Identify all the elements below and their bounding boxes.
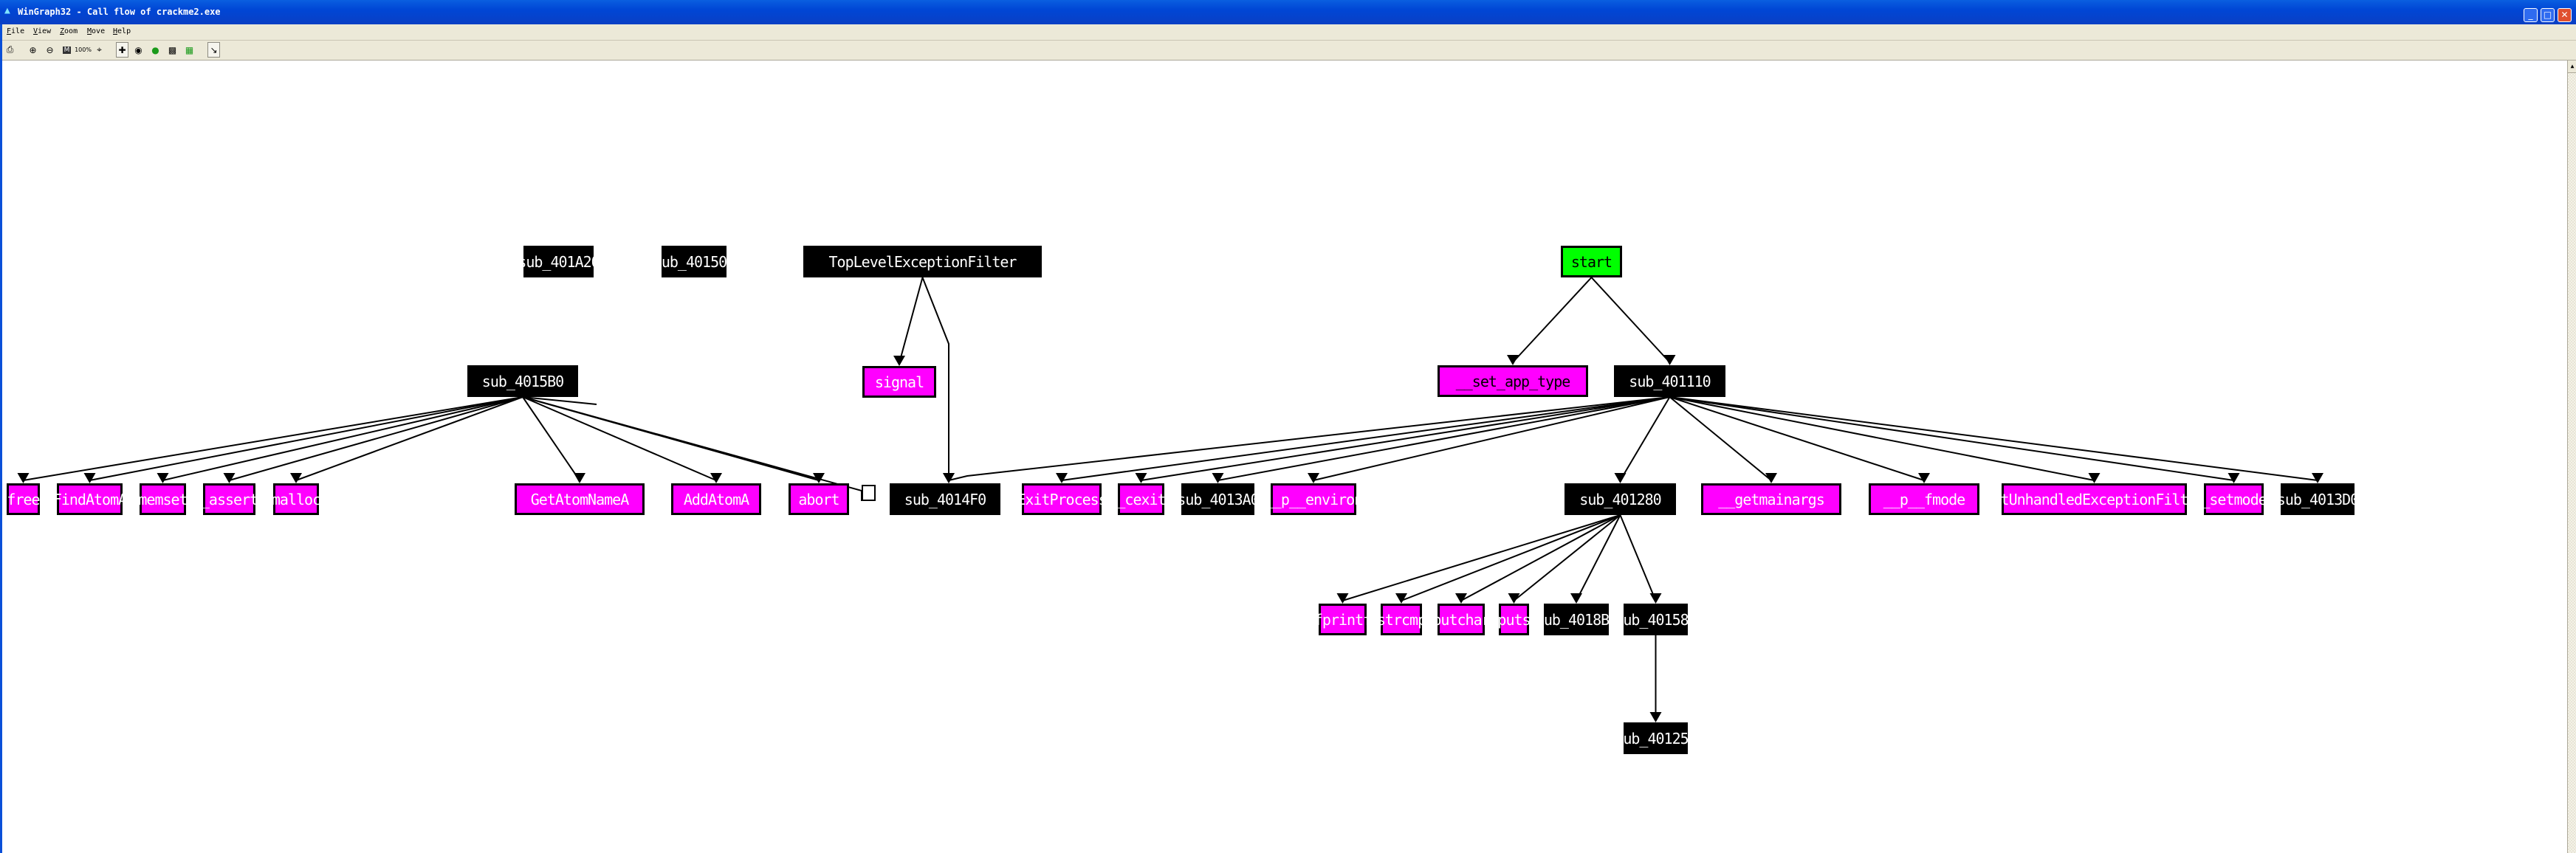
close-button[interactable]: ✕ bbox=[2558, 8, 2572, 22]
menu-zoom[interactable]: Zoom bbox=[60, 27, 78, 35]
north-icon: ✚ bbox=[118, 44, 126, 55]
menu-view[interactable]: View bbox=[33, 27, 51, 35]
follow-edge-button[interactable]: ↘ bbox=[207, 42, 220, 58]
node-sub_4013D0[interactable]: sub_4013D0 bbox=[2277, 483, 2359, 515]
vertical-scrollbar[interactable]: ▲ bbox=[2567, 61, 2576, 853]
zoom-100-button[interactable]: 100% bbox=[75, 42, 92, 58]
toolbar: ⎙ ⊕ ⊖ M 100% ⌖ ✚ ◉ ● ▩ ▦ ↘ bbox=[0, 41, 2576, 61]
node-start[interactable]: start bbox=[1561, 246, 1622, 277]
fit-icon: M bbox=[62, 46, 72, 54]
node-putchar[interactable]: putchar bbox=[1432, 604, 1491, 635]
menu-file[interactable]: File bbox=[7, 27, 24, 35]
zoom-out-icon: ⊖ bbox=[46, 44, 54, 55]
zoom-out-button[interactable]: ⊖ bbox=[44, 42, 56, 58]
zoom-100-icon: 100% bbox=[75, 46, 92, 53]
node-p-environ[interactable]: __p__environ bbox=[1265, 483, 1363, 515]
fisheye-icon: ◉ bbox=[134, 44, 142, 55]
node-setunhandledexceptionfilter[interactable]: SetUnhandledExceptionFilter bbox=[1984, 483, 2205, 515]
node-exitprocess[interactable]: ExitProcess bbox=[1017, 483, 1107, 515]
node-sub_4013A0[interactable]: sub_4013A0 bbox=[1177, 483, 1260, 515]
node-sub_401280[interactable]: sub_401280 bbox=[1565, 483, 1676, 515]
node-malloc[interactable]: malloc bbox=[272, 483, 321, 515]
center-button[interactable]: ⌖ bbox=[93, 42, 106, 58]
zoom-in-icon: ⊕ bbox=[29, 44, 37, 55]
node-sub_401250[interactable]: sub_401250 bbox=[1615, 722, 1697, 754]
node-abort[interactable]: abort bbox=[789, 483, 849, 515]
fisheye-cartesian-button[interactable]: ▩ bbox=[166, 42, 179, 58]
node-free[interactable]: free bbox=[7, 483, 41, 515]
graph-canvas[interactable] bbox=[2, 61, 2567, 853]
fisheye-polar-fixed-button[interactable]: ● bbox=[149, 42, 162, 58]
printer-icon: ⎙ bbox=[6, 44, 14, 55]
menu-move[interactable]: Move bbox=[87, 27, 105, 35]
node-signal[interactable]: signal bbox=[862, 366, 936, 398]
node-fprintf[interactable]: fprintf bbox=[1314, 604, 1372, 635]
menu-bar: File View Zoom Move Help bbox=[0, 24, 2576, 41]
normal-view-button[interactable]: ✚ bbox=[116, 42, 128, 58]
node-cexit[interactable]: _cexit bbox=[1116, 483, 1167, 515]
node-assert[interactable]: _assert bbox=[201, 483, 258, 515]
node-sub_401A20[interactable]: sub_401A20 bbox=[518, 246, 600, 277]
node-sub_401500[interactable]: sub_401500 bbox=[653, 246, 735, 277]
fisheye-cartesian-fixed-button[interactable]: ▦ bbox=[183, 42, 196, 58]
node-sub_4018B0[interactable]: sub_4018B0 bbox=[1536, 604, 1618, 635]
window-title: WinGraph32 - Call flow of crackme2.exe bbox=[18, 7, 221, 17]
node-getmainargs[interactable]: __getmainargs bbox=[1701, 483, 1841, 515]
node-setmode[interactable]: _setmode bbox=[2201, 483, 2267, 515]
print-button[interactable]: ⎙ bbox=[4, 42, 16, 58]
node-p-fmode[interactable]: __p__fmode bbox=[1869, 483, 1979, 515]
crosshair-icon: ⌖ bbox=[97, 44, 102, 55]
node-sub_401110[interactable]: sub_401110 bbox=[1614, 365, 1725, 397]
node-dummy bbox=[862, 485, 876, 501]
node-set-app-type[interactable]: __set_app_type bbox=[1438, 365, 1588, 397]
fit-window-button[interactable]: M bbox=[61, 42, 73, 58]
fisheye-polar-button[interactable]: ◉ bbox=[132, 42, 145, 58]
zoom-in-button[interactable]: ⊕ bbox=[27, 42, 39, 58]
node-findatoma[interactable]: FindAtomA bbox=[53, 483, 127, 515]
menu-help[interactable]: Help bbox=[113, 27, 131, 35]
fisheye-green-flat-icon: ▦ bbox=[185, 44, 194, 55]
minimize-button[interactable]: _ bbox=[2524, 8, 2538, 22]
node-puts[interactable]: puts bbox=[1497, 604, 1531, 635]
fisheye-flat-icon: ▩ bbox=[168, 44, 177, 55]
maximize-button[interactable]: □ bbox=[2541, 8, 2555, 22]
node-addatoma[interactable]: AddAtomA bbox=[671, 483, 761, 515]
follow-edge-icon: ↘ bbox=[210, 44, 218, 55]
graph-icon: ▲ bbox=[4, 5, 10, 16]
node-toplevelexceptionfilter[interactable]: TopLevelExceptionFilter bbox=[803, 246, 1042, 277]
node-strcmp[interactable]: strcmp bbox=[1377, 604, 1426, 635]
node-sub_401580[interactable]: sub_401580 bbox=[1615, 604, 1697, 635]
node-sub_4014F0[interactable]: sub_4014F0 bbox=[890, 483, 1000, 515]
title-bar: ▲ WinGraph32 - Call flow of crackme2.exe… bbox=[0, 0, 2576, 24]
fisheye-green-icon: ● bbox=[151, 44, 159, 55]
node-getatomnamea[interactable]: GetAtomNameA bbox=[515, 483, 645, 515]
node-memset[interactable]: memset bbox=[138, 483, 188, 515]
scroll-up-arrow-icon[interactable]: ▲ bbox=[2568, 61, 2576, 73]
node-sub_4015B0[interactable]: sub_4015B0 bbox=[467, 365, 578, 397]
